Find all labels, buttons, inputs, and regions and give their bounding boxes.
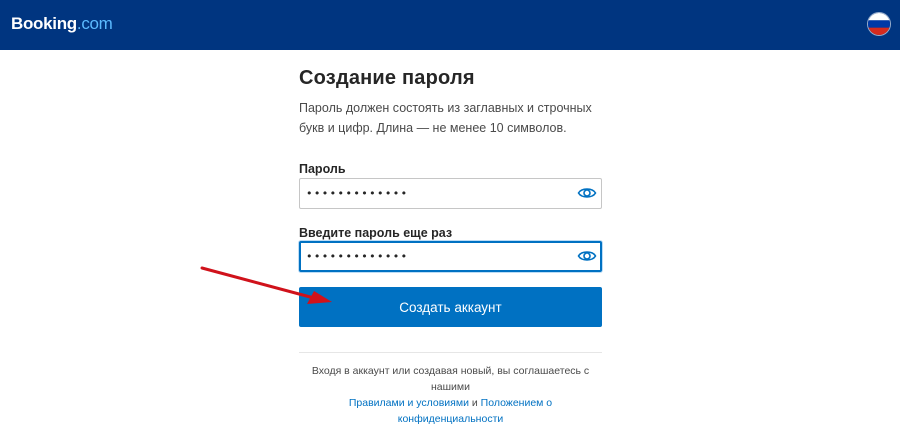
site-header: Booking.com [0,0,900,50]
booking-logo[interactable]: Booking.com [11,14,113,34]
password-label: Пароль [299,162,346,176]
password-requirements: Пароль должен состоять из заглавных и ст… [299,101,592,135]
russia-flag-icon[interactable] [868,13,890,35]
confirm-password-label: Введите пароль еще раз [299,226,453,240]
create-account-button[interactable]: Создать аккаунт [299,287,602,327]
divider [299,352,602,353]
confirm-password-input[interactable] [306,245,566,267]
logo-brand: Booking [11,14,77,33]
logo-tld: .com [76,14,113,33]
eye-icon[interactable] [577,248,597,264]
terms-link[interactable]: Правилами и условиями [349,397,469,409]
confirm-password-field[interactable] [299,241,602,272]
terms-notice: Входя в аккаунт или создавая новый, вы с… [299,363,602,427]
eye-icon[interactable] [577,185,597,201]
password-field[interactable] [299,178,602,209]
terms-conjunction: и [471,397,478,409]
terms-text: Входя в аккаунт или создавая новый, вы с… [311,365,590,393]
password-input[interactable] [306,182,566,204]
page-title: Создание пароля [299,67,475,89]
